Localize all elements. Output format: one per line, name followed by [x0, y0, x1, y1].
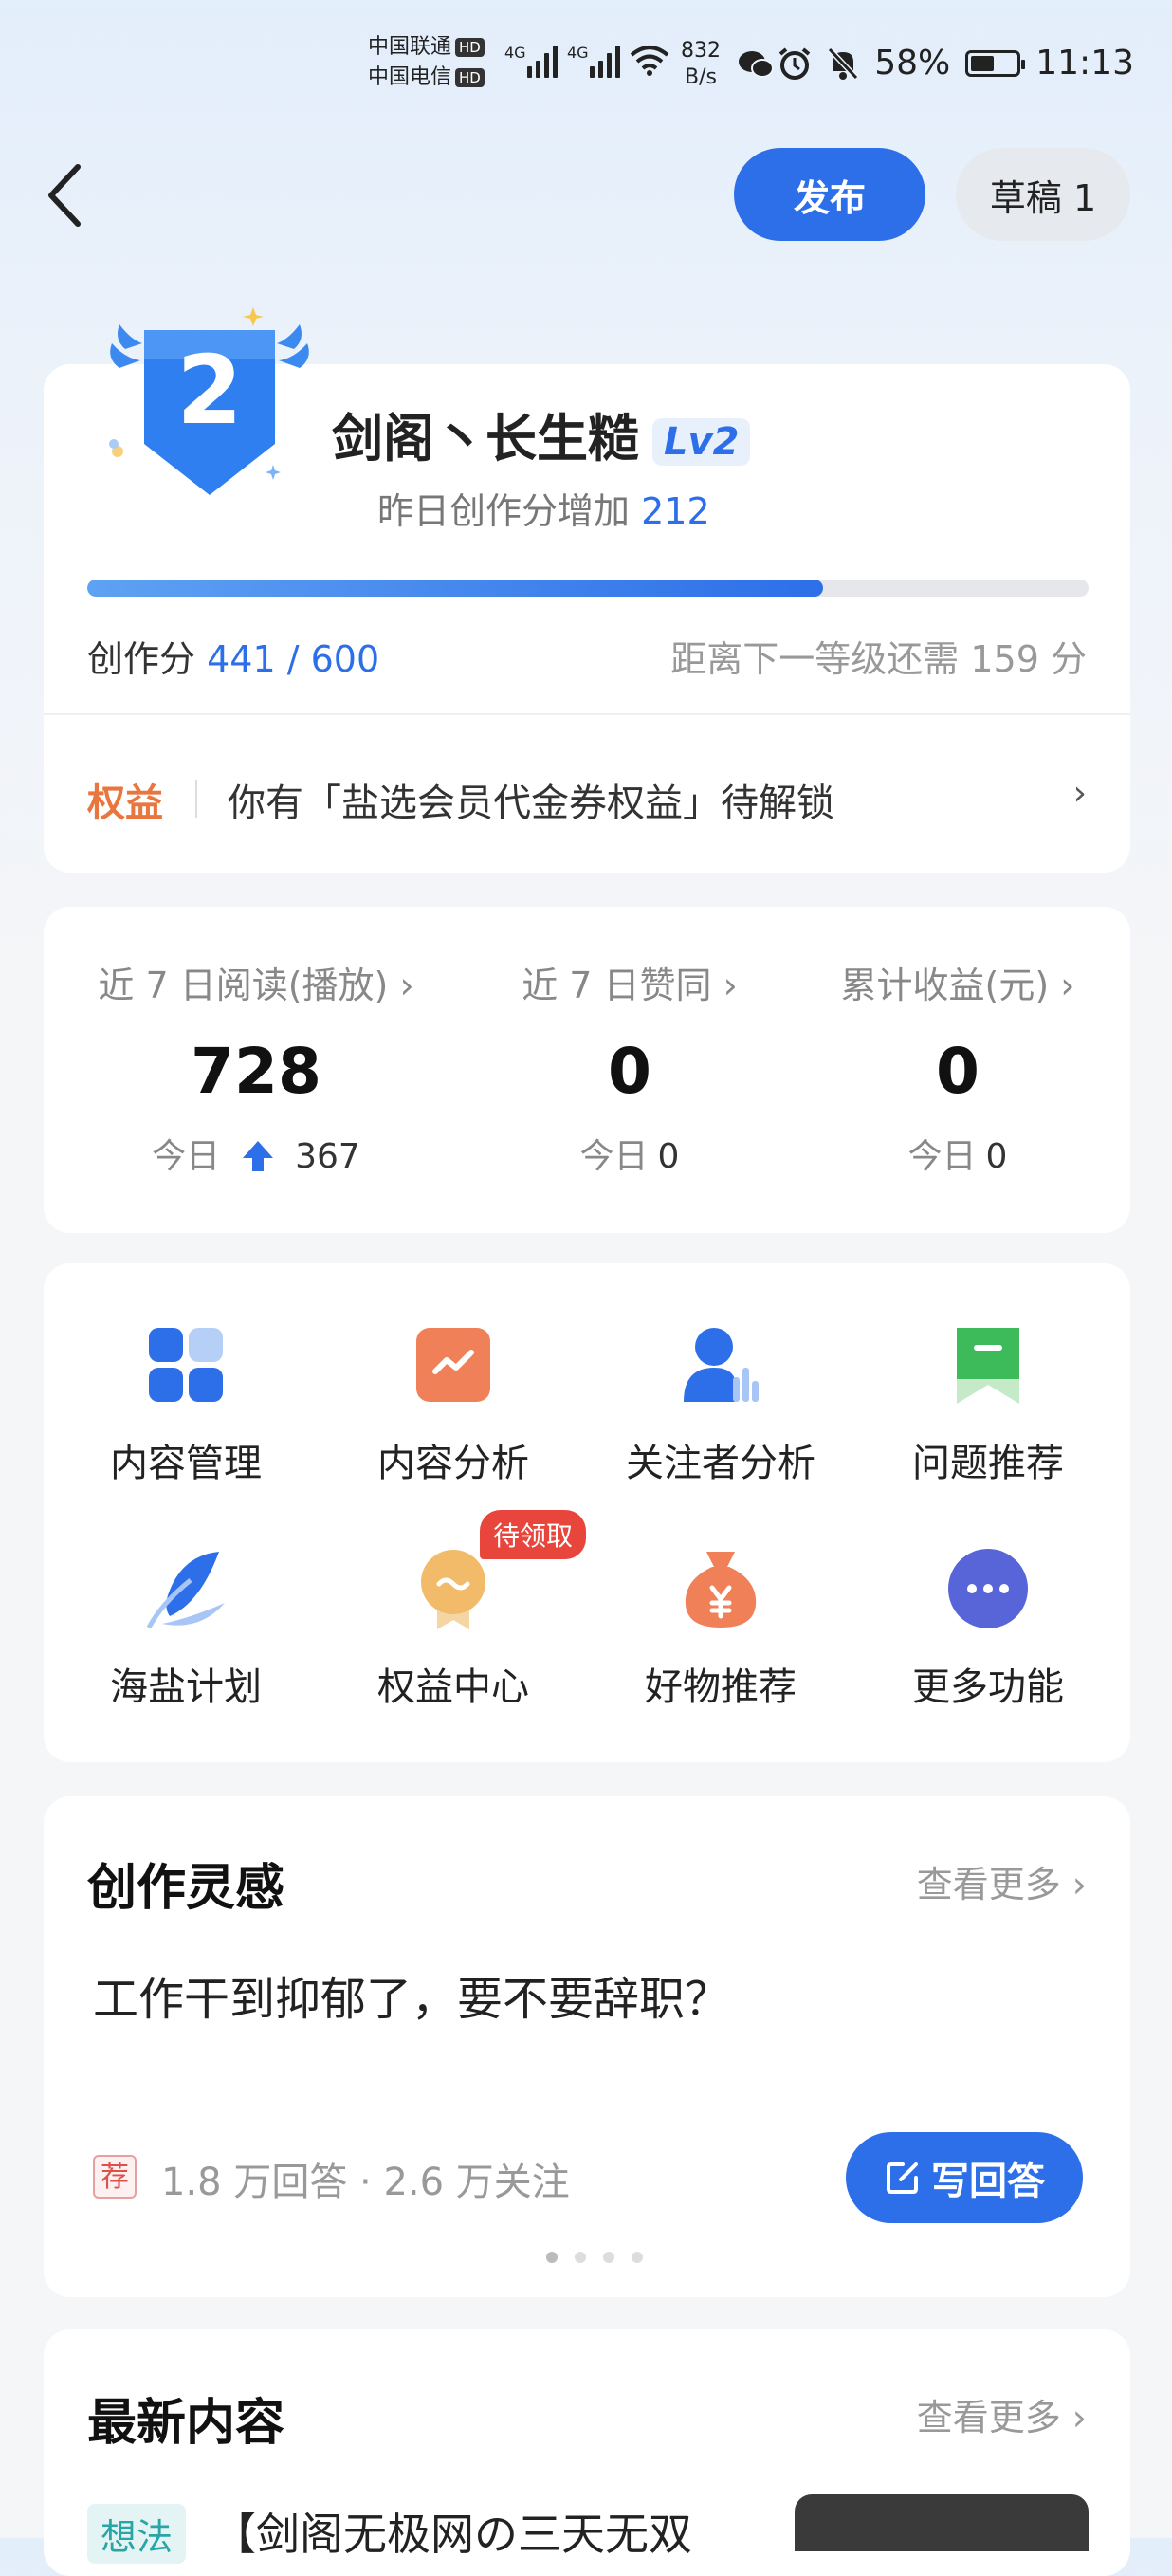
- benefit-label: 权益: [87, 782, 163, 825]
- inspiration-question[interactable]: 工作干到抑郁了，要不要辞职？: [93, 1961, 730, 2028]
- publish-button[interactable]: 发布: [734, 148, 925, 241]
- chevron-right-icon: ›: [1072, 774, 1087, 813]
- tool-content-analysis[interactable]: 内容分析: [330, 1322, 577, 1487]
- idea-tag: 想法: [87, 2504, 187, 2564]
- chart-icon: [411, 1322, 496, 1408]
- moneybag-icon: [678, 1546, 763, 1631]
- tool-more-features[interactable]: 更多功能: [865, 1546, 1111, 1711]
- stat-label: 近 7 日阅读(播放): [98, 965, 389, 1006]
- inspiration-more-link[interactable]: 查看更多 ›: [917, 1855, 1087, 1907]
- tool-label: 权益中心: [377, 1665, 529, 1709]
- follower-icon: [678, 1322, 763, 1408]
- tool-content-management[interactable]: 内容管理: [63, 1322, 309, 1487]
- stat-today-label: 今日: [152, 1137, 221, 1176]
- hd-badge: HD: [455, 38, 485, 57]
- level-badge-icon: 2: [109, 307, 309, 495]
- carrier-1: 中国联通: [368, 35, 452, 59]
- latest-more-link[interactable]: 查看更多 ›: [917, 2388, 1087, 2440]
- battery-percent: 58%: [874, 44, 951, 83]
- stat-today-value: 367: [295, 1137, 360, 1176]
- tool-sea-salt-plan[interactable]: 海盐计划: [63, 1546, 309, 1711]
- stat-likes[interactable]: 近 7 日赞同 › 0 今日 0: [449, 956, 810, 1178]
- tool-label: 问题推荐: [912, 1442, 1064, 1485]
- tool-follower-analysis[interactable]: 关注者分析: [597, 1322, 844, 1487]
- more-text: 查看更多: [916, 1864, 1061, 1905]
- latest-title: 最新内容: [87, 2395, 285, 2452]
- stat-today-value: 0: [985, 1137, 1008, 1176]
- username: 剑阁丶长生糙 Lv2: [332, 396, 751, 471]
- inspiration-title: 创作灵感: [87, 1860, 285, 1917]
- write-answer-label: 写回答: [931, 2160, 1045, 2203]
- stat-label: 近 7 日赞同: [522, 965, 712, 1006]
- score-value: 441 / 600: [207, 638, 380, 680]
- latest-item-title[interactable]: 【剑阁无极网の三天无双: [212, 2500, 692, 2563]
- benefit-text: 你有「盐选会员代金券权益」待解锁: [228, 782, 834, 825]
- level-progress-fill: [87, 580, 824, 597]
- wifi-icon: [630, 46, 669, 76]
- tool-label: 更多功能: [912, 1665, 1064, 1709]
- tool-goods-recommend[interactable]: 好物推荐: [597, 1546, 844, 1711]
- tool-label: 海盐计划: [110, 1665, 262, 1709]
- carrier-info: 中国联通 HD 中国电信 HD: [368, 32, 485, 93]
- stat-label: 累计收益(元): [840, 965, 1050, 1006]
- carousel-dots: [546, 2252, 643, 2263]
- tool-label: 关注者分析: [626, 1442, 815, 1485]
- edit-icon: [887, 2162, 918, 2194]
- yesterday-score: 昨日创作分增加 212: [377, 482, 710, 534]
- mute-icon: [828, 46, 859, 80]
- arrow-up-icon: [242, 1141, 273, 1171]
- grid-icon: [143, 1322, 229, 1408]
- latest-item-thumbnail[interactable]: [795, 2494, 1089, 2551]
- level-progress-bar: [87, 580, 1089, 597]
- status-right: 58% 11:13: [778, 44, 1134, 83]
- stat-earnings[interactable]: 累计收益(元) › 0 今日 0: [778, 956, 1138, 1178]
- recommend-tag: 荐: [93, 2155, 137, 2199]
- question-stats: 1.8 万回答 · 2.6 万关注: [161, 2161, 570, 2204]
- level-badge-number: 2: [176, 335, 243, 446]
- network-type-2: 4G: [567, 44, 589, 62]
- battery-icon: [965, 49, 1026, 77]
- stat-today-value: 0: [657, 1137, 680, 1176]
- tool-label: 内容管理: [110, 1442, 262, 1485]
- yesterday-label: 昨日创作分增加: [377, 490, 631, 532]
- alarm-icon: [778, 46, 811, 80]
- write-answer-button[interactable]: 写回答: [846, 2132, 1083, 2223]
- stat-value: 0: [608, 1035, 651, 1108]
- bookmark-icon: [945, 1322, 1031, 1408]
- tool-question-recommend[interactable]: 问题推荐: [865, 1322, 1111, 1487]
- speed-unit: B/s: [685, 65, 717, 89]
- carrier-2: 中国电信: [368, 65, 452, 89]
- tool-label: 好物推荐: [645, 1665, 797, 1709]
- more-icon: [945, 1546, 1031, 1631]
- network-speed: 832 B/s: [681, 38, 721, 91]
- level-tag: Lv2: [652, 418, 751, 467]
- next-level-text: 距离下一等级还需 159 分: [670, 638, 1087, 680]
- stat-today-label: 今日: [907, 1137, 977, 1176]
- drafts-button[interactable]: 草稿 1: [956, 148, 1130, 241]
- more-text: 查看更多: [916, 2397, 1061, 2438]
- score-text: 创作分 441 / 600: [87, 630, 379, 682]
- status-bar: 中国联通 HD 中国电信 HD 4G 4G 832 B/s 58% 11:13: [0, 0, 1172, 133]
- benefit-separator: [195, 780, 197, 818]
- feather-icon: [143, 1546, 229, 1631]
- yesterday-value: 212: [641, 490, 710, 532]
- hd-badge: HD: [455, 68, 485, 87]
- stat-value: 728: [191, 1035, 321, 1108]
- tool-benefit-center[interactable]: 权益中心: [330, 1546, 577, 1711]
- back-arrow-icon[interactable]: [42, 157, 99, 233]
- clock: 11:13: [1035, 44, 1134, 83]
- network-type-1: 4G: [504, 44, 526, 62]
- signal-icon: [527, 42, 558, 78]
- to-claim-badge: 待领取: [480, 1510, 587, 1559]
- signal-icon: [590, 42, 620, 78]
- wechat-icon: [739, 51, 774, 78]
- stat-value: 0: [936, 1035, 980, 1108]
- tool-label: 内容分析: [377, 1442, 529, 1485]
- stat-reads[interactable]: 近 7 日阅读(播放) › 728 今日 367: [76, 956, 436, 1178]
- stat-today-label: 今日: [579, 1137, 649, 1176]
- username-text: 剑阁丶长生糙: [332, 409, 639, 469]
- speed-value: 832: [681, 39, 721, 63]
- score-label: 创作分: [87, 638, 196, 680]
